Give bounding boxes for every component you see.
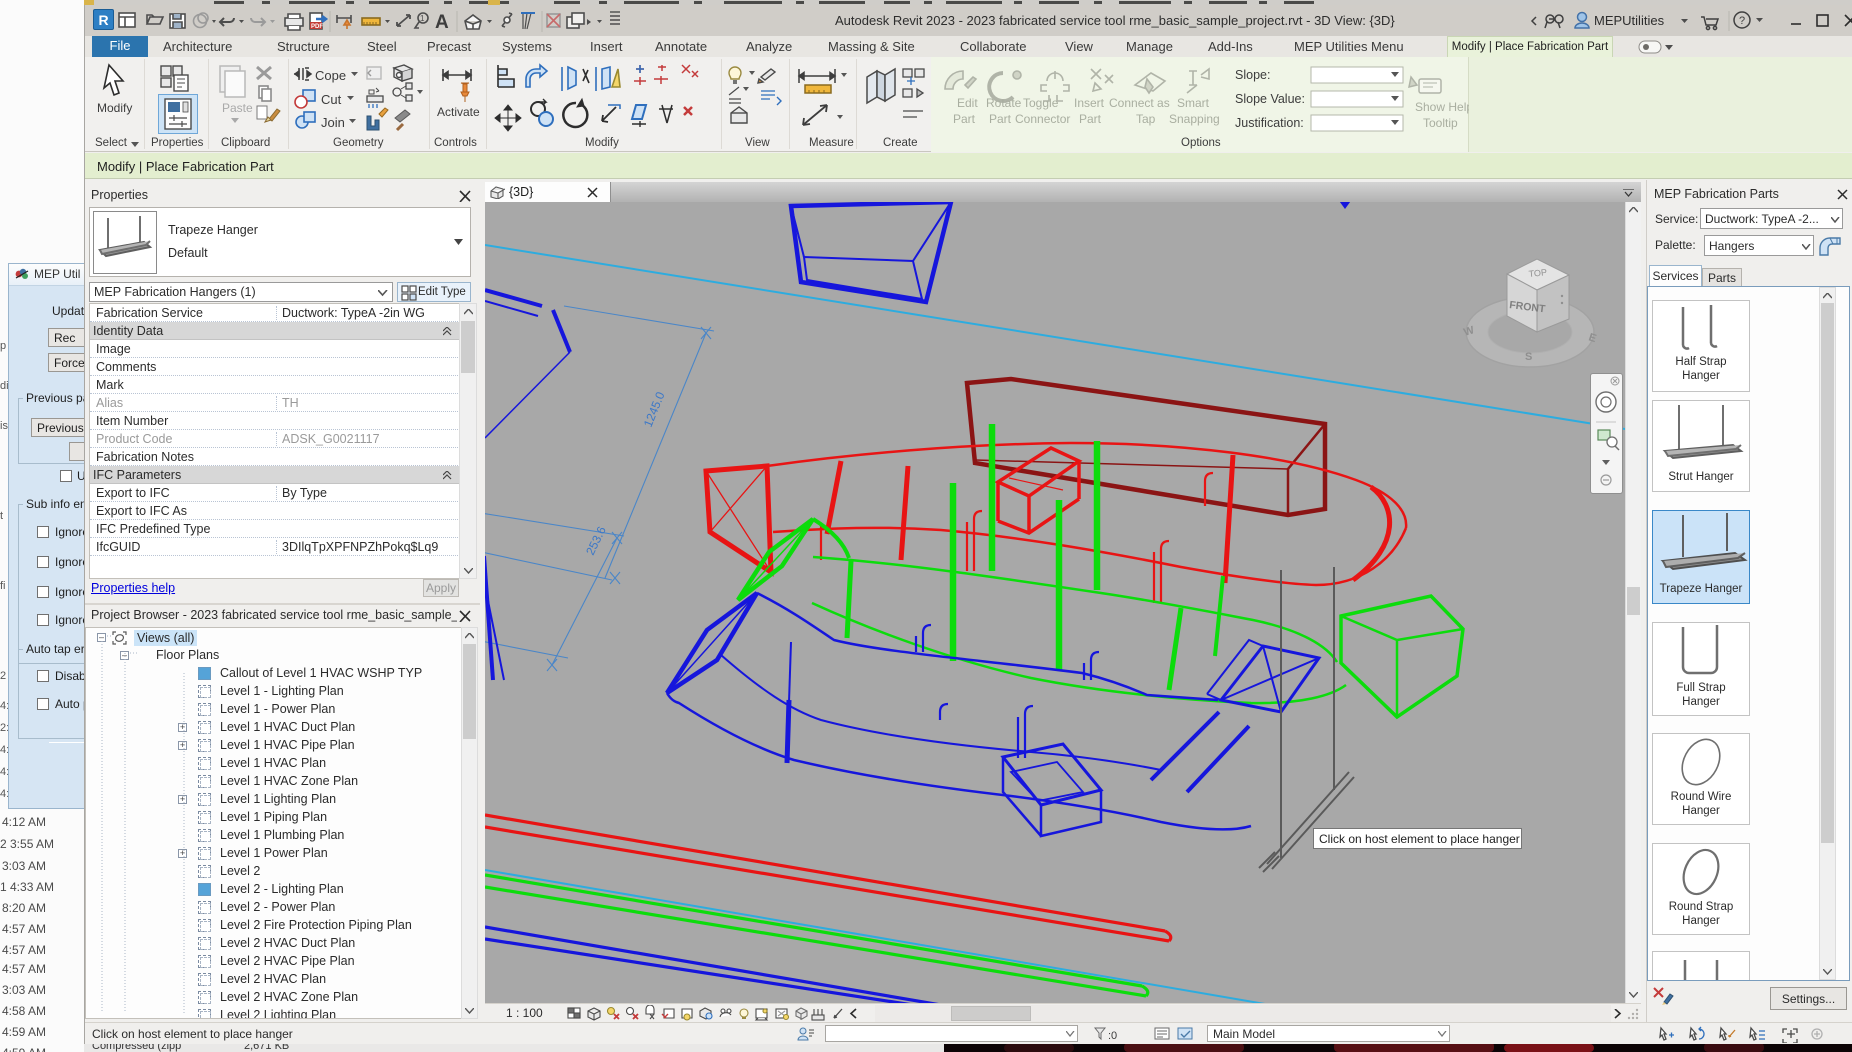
svg-text:MEPUtilities: MEPUtilities	[1594, 13, 1665, 28]
svg-text:Tooltip: Tooltip	[1423, 116, 1458, 130]
svg-text:253.6: 253.6	[583, 524, 609, 557]
svg-text:Connector: Connector	[1015, 112, 1070, 126]
svg-text:Justification:: Justification:	[1235, 116, 1304, 130]
svg-text:Paste: Paste	[222, 101, 253, 115]
svg-text:Snapping: Snapping	[1169, 112, 1220, 126]
svg-text:A: A	[435, 12, 449, 33]
svg-text:Show Help: Show Help	[1415, 100, 1469, 114]
svg-text::0: :0	[1108, 1030, 1117, 1042]
svg-text:Join: Join	[321, 115, 345, 130]
svg-text:?: ?	[1739, 15, 1745, 27]
svg-text:1245.0: 1245.0	[641, 390, 668, 430]
svg-text:Edit: Edit	[957, 96, 978, 110]
svg-text:S: S	[1525, 351, 1532, 363]
svg-text:TOP: TOP	[1528, 267, 1547, 279]
svg-text:Part: Part	[1079, 112, 1102, 126]
svg-text:Toggle: Toggle	[1023, 96, 1059, 110]
svg-text:Slope Value:: Slope Value:	[1235, 92, 1305, 106]
svg-text:Tap: Tap	[1136, 112, 1156, 126]
svg-text:PDF: PDF	[311, 24, 323, 30]
svg-text:1: 1	[420, 14, 425, 23]
svg-text:Part: Part	[989, 112, 1012, 126]
svg-text:Rotate: Rotate	[986, 96, 1022, 110]
svg-text:Insert: Insert	[1074, 96, 1105, 110]
svg-text:Part: Part	[953, 112, 976, 126]
svg-text:Connect as: Connect as	[1109, 96, 1170, 110]
svg-text:Cut: Cut	[321, 92, 342, 107]
svg-text:Smart: Smart	[1177, 96, 1210, 110]
svg-text:Cope: Cope	[315, 68, 346, 83]
svg-text:Slope:: Slope:	[1235, 68, 1270, 82]
